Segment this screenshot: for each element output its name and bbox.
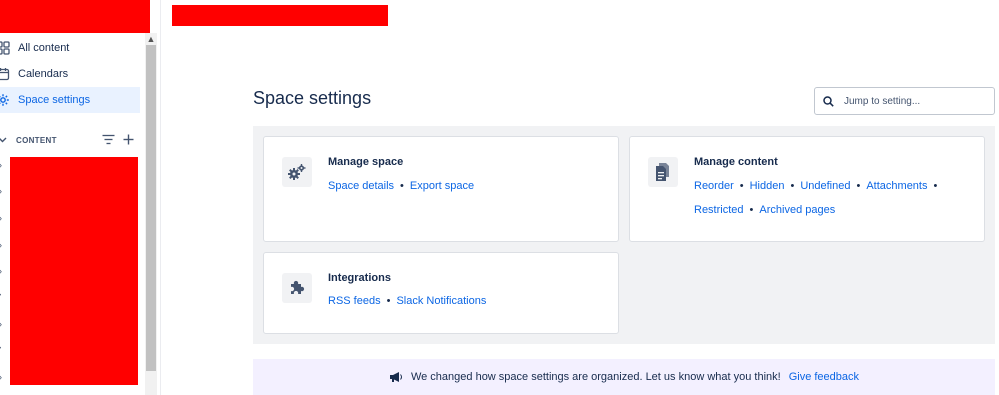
- manage-content-links-row2: Restricted • Archived pages: [694, 204, 835, 216]
- scroll-up-arrow-icon[interactable]: ▲: [145, 33, 157, 45]
- redacted-header-title: [172, 5, 388, 26]
- filter-icon[interactable]: [102, 134, 115, 147]
- chevron-right-icon[interactable]: ›: [0, 319, 7, 329]
- integrations-card: Integrations RSS feeds • Slack Notificat…: [263, 252, 619, 334]
- slack-notifications-link[interactable]: Slack Notifications: [396, 295, 486, 307]
- chevron-right-icon[interactable]: ›: [0, 213, 7, 223]
- documents-icon: [648, 157, 678, 187]
- chevron-right-icon[interactable]: ›: [0, 372, 7, 382]
- search-input[interactable]: [844, 95, 974, 107]
- sidebar-item-label: All content: [18, 42, 70, 54]
- separator-dot: •: [749, 204, 754, 216]
- restricted-link[interactable]: Restricted: [694, 204, 744, 216]
- sidebar: All content Calendars Space settings CON…: [0, 0, 161, 395]
- calendar-icon: [0, 67, 10, 81]
- manage-space-card: Manage space Space details • Export spac…: [263, 136, 619, 242]
- feedback-banner: We changed how space settings are organi…: [253, 359, 995, 395]
- rss-feeds-link[interactable]: RSS feeds: [328, 295, 381, 307]
- sidebar-item-calendars[interactable]: Calendars: [0, 61, 140, 87]
- separator-dot: •: [386, 295, 391, 307]
- undefined-link[interactable]: Undefined: [800, 180, 850, 192]
- chevron-down-icon[interactable]: [0, 135, 8, 146]
- page-title: Space settings: [253, 88, 372, 108]
- grid-icon: [0, 41, 10, 55]
- add-content-icon[interactable]: [123, 134, 134, 147]
- content-section-label: CONTENT: [16, 135, 57, 145]
- redacted-space-header: [0, 0, 150, 33]
- sidebar-item-space-settings[interactable]: Space settings: [0, 87, 140, 113]
- attachments-link[interactable]: Attachments: [866, 180, 927, 192]
- sidebar-item-label: Space settings: [18, 94, 91, 106]
- search-icon: [823, 95, 834, 107]
- bullet-icon: •: [0, 293, 7, 303]
- hidden-link[interactable]: Hidden: [750, 180, 785, 192]
- space-details-link[interactable]: Space details: [328, 180, 394, 192]
- chevron-right-icon[interactable]: ›: [0, 186, 7, 196]
- card-title: Manage space: [328, 156, 404, 168]
- jump-to-setting-search[interactable]: [814, 87, 995, 115]
- bullet-icon: •: [0, 346, 7, 356]
- redacted-page-tree: [10, 157, 138, 385]
- manage-content-links-row1: Reorder • Hidden • Undefined • Attachmen…: [694, 180, 943, 192]
- gears-icon: [282, 157, 312, 187]
- separator-dot: •: [933, 180, 938, 192]
- puzzle-piece-icon: [282, 273, 312, 303]
- separator-dot: •: [856, 180, 861, 192]
- separator-dot: •: [790, 180, 795, 192]
- chevron-right-icon[interactable]: ›: [0, 240, 7, 250]
- give-feedback-link[interactable]: Give feedback: [789, 371, 859, 383]
- sidebar-item-label: Calendars: [18, 68, 69, 80]
- manage-space-links: Space details • Export space: [328, 180, 474, 192]
- separator-dot: •: [739, 180, 744, 192]
- settings-panel: Manage space Space details • Export spac…: [253, 126, 995, 344]
- megaphone-icon: [389, 371, 403, 383]
- chevron-right-icon[interactable]: ›: [0, 160, 7, 170]
- sidebar-scrollbar[interactable]: ▲: [145, 33, 157, 395]
- manage-content-card: Manage content Reorder • Hidden • Undefi…: [629, 136, 985, 242]
- archived-pages-link[interactable]: Archived pages: [759, 204, 835, 216]
- banner-message: We changed how space settings are organi…: [410, 371, 781, 383]
- scrollbar-thumb[interactable]: [146, 45, 156, 371]
- reorder-link[interactable]: Reorder: [694, 180, 734, 192]
- chevron-right-icon[interactable]: ›: [0, 266, 7, 276]
- export-space-link[interactable]: Export space: [410, 180, 474, 192]
- content-section-header: CONTENT: [0, 130, 140, 150]
- gear-icon: [0, 93, 10, 107]
- card-title: Integrations: [328, 272, 391, 284]
- card-title: Manage content: [694, 156, 778, 168]
- integrations-links: RSS feeds • Slack Notifications: [328, 295, 486, 307]
- separator-dot: •: [400, 180, 404, 192]
- sidebar-item-all-content[interactable]: All content: [0, 35, 140, 61]
